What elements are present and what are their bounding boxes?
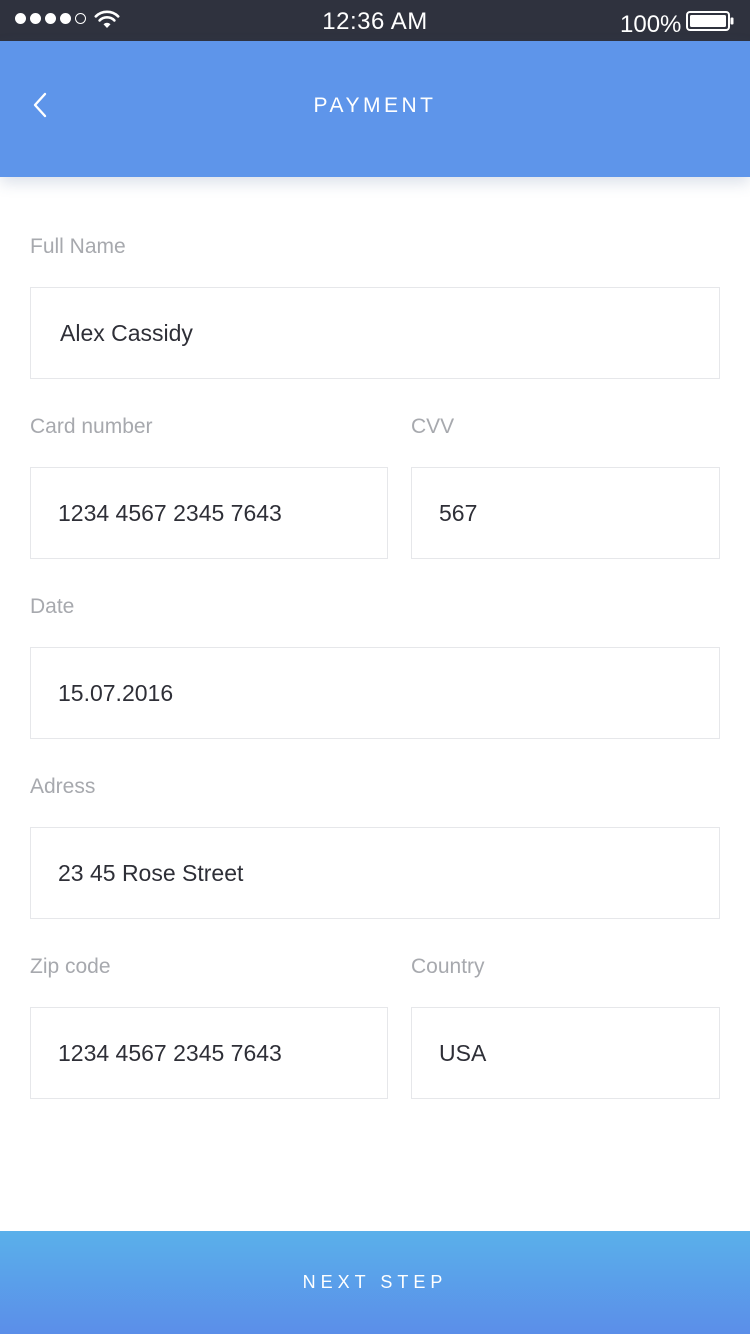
status-bar: 12:36 AM 100% (0, 0, 750, 41)
page-title: PAYMENT (313, 94, 437, 117)
cvv-field[interactable]: 567 (411, 467, 720, 559)
date-label: Date (30, 595, 75, 618)
battery-icon (686, 11, 734, 31)
zip-code-field[interactable]: 1234 4567 2345 7643 (30, 1007, 388, 1099)
next-step-label: NEXT STEP (302, 1272, 448, 1292)
cvv-value: 567 (439, 499, 478, 526)
zip-code-label: Zip code (30, 955, 111, 978)
card-number-field[interactable]: 1234 4567 2345 7643 (30, 467, 388, 559)
cvv-label: CVV (411, 415, 455, 438)
full-name-value: Alex Cassidy (60, 319, 193, 346)
date-value: 15.07.2016 (58, 679, 174, 706)
address-label: Adress (30, 775, 96, 798)
address-value: 23 45 Rose Street (58, 859, 244, 886)
zip-code-value: 1234 4567 2345 7643 (58, 1039, 282, 1066)
full-name-field[interactable]: Alex Cassidy (30, 287, 720, 379)
country-value: USA (439, 1039, 487, 1066)
date-field[interactable]: 15.07.2016 (30, 647, 720, 739)
country-label: Country (411, 955, 485, 978)
card-number-value: 1234 4567 2345 7643 (58, 499, 282, 526)
battery-percentage: 100% (620, 11, 682, 38)
header-bar: PAYMENT (0, 41, 750, 177)
country-field[interactable]: USA (411, 1007, 720, 1099)
next-step-button[interactable]: NEXT STEP (0, 1231, 750, 1334)
card-number-label: Card number (30, 415, 153, 438)
full-name-label: Full Name (30, 235, 126, 258)
address-field[interactable]: 23 45 Rose Street (30, 827, 720, 919)
